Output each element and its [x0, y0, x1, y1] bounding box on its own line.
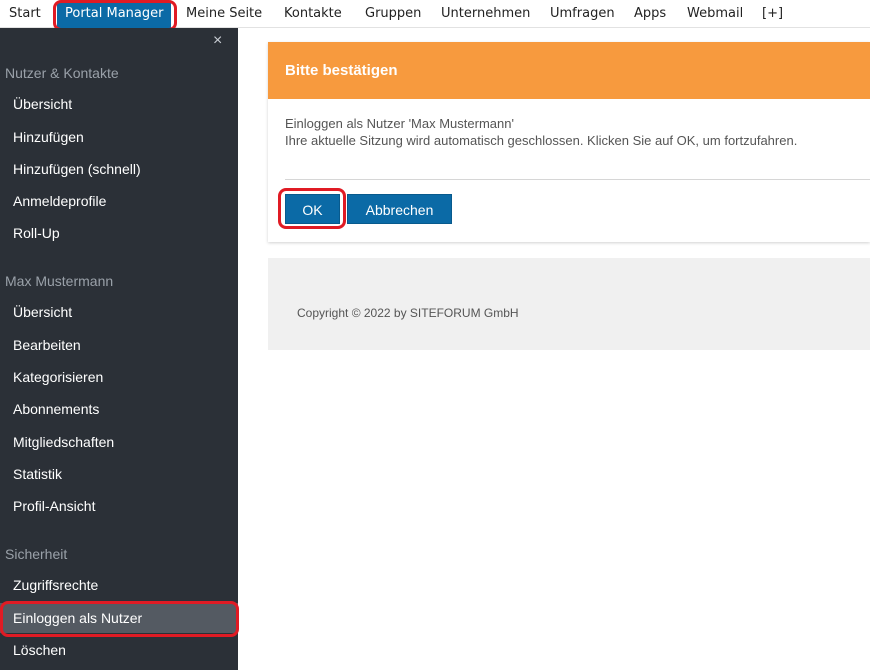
dialog-title: Bitte bestätigen: [268, 42, 870, 99]
sidebar-item-loeschen[interactable]: Löschen: [0, 635, 238, 665]
footer: Copyright © 2022 by SITEFORUM GmbH: [268, 258, 870, 350]
dialog-message-line1: Einloggen als Nutzer 'Max Mustermann': [285, 116, 514, 131]
sidebar-item-bearbeiten[interactable]: Bearbeiten: [0, 330, 238, 360]
dialog-message-line2: Ihre aktuelle Sitzung wird automatisch g…: [285, 133, 798, 148]
sidebar-item-uebersicht-user[interactable]: Übersicht: [0, 297, 238, 327]
sidebar-item-profil-ansicht[interactable]: Profil-Ansicht: [0, 491, 238, 521]
sidebar-item-uebersicht[interactable]: Übersicht: [0, 89, 238, 119]
copyright-text: Copyright © 2022 by SITEFORUM GmbH: [297, 306, 519, 320]
nav-meine-seite[interactable]: Meine Seite: [186, 6, 262, 21]
close-icon[interactable]: ×: [213, 32, 222, 50]
nav-add-tab[interactable]: [+]: [762, 6, 783, 21]
sidebar-item-anmeldeprofile[interactable]: Anmeldeprofile: [0, 186, 238, 216]
sidebar-item-roll-up[interactable]: Roll-Up: [0, 218, 238, 248]
sidebar-section-title: Sicherheit: [5, 546, 68, 562]
sidebar-item-kategorisieren[interactable]: Kategorisieren: [0, 362, 238, 392]
nav-unternehmen[interactable]: Unternehmen: [441, 6, 530, 21]
sidebar-item-mitgliedschaften[interactable]: Mitgliedschaften: [0, 427, 238, 457]
sidebar-item-hinzufuegen[interactable]: Hinzufügen: [0, 122, 238, 152]
sidebar-section-title: Max Mustermann: [5, 273, 114, 289]
nav-apps[interactable]: Apps: [634, 6, 666, 21]
nav-portal-manager[interactable]: Portal Manager: [57, 2, 172, 28]
nav-umfragen[interactable]: Umfragen: [550, 6, 615, 21]
cancel-button[interactable]: Abbrechen: [347, 194, 452, 224]
nav-start[interactable]: Start: [9, 6, 41, 21]
top-navigation: Start Portal Manager Meine Seite Kontakt…: [0, 0, 870, 28]
sidebar-item-hinzufuegen-schnell[interactable]: Hinzufügen (schnell): [0, 154, 238, 184]
sidebar-item-abonnements[interactable]: Abonnements: [0, 394, 238, 424]
dialog-divider: [285, 179, 870, 180]
dialog-message: Einloggen als Nutzer 'Max Mustermann' Ih…: [285, 115, 797, 149]
sidebar-item-statistik[interactable]: Statistik: [0, 459, 238, 489]
nav-kontakte[interactable]: Kontakte: [284, 6, 342, 21]
confirm-dialog: Bitte bestätigen Einloggen als Nutzer 'M…: [268, 42, 870, 242]
sidebar-item-zugriffsrechte[interactable]: Zugriffsrechte: [0, 570, 238, 600]
sidebar-item-einloggen-als-nutzer[interactable]: Einloggen als Nutzer: [0, 603, 238, 633]
sidebar: × Nutzer & Kontakte Übersicht Hinzufügen…: [0, 28, 238, 670]
nav-webmail[interactable]: Webmail: [687, 6, 743, 21]
nav-gruppen[interactable]: Gruppen: [365, 6, 421, 21]
sidebar-section-title: Nutzer & Kontakte: [5, 65, 119, 81]
ok-button[interactable]: OK: [285, 194, 340, 224]
